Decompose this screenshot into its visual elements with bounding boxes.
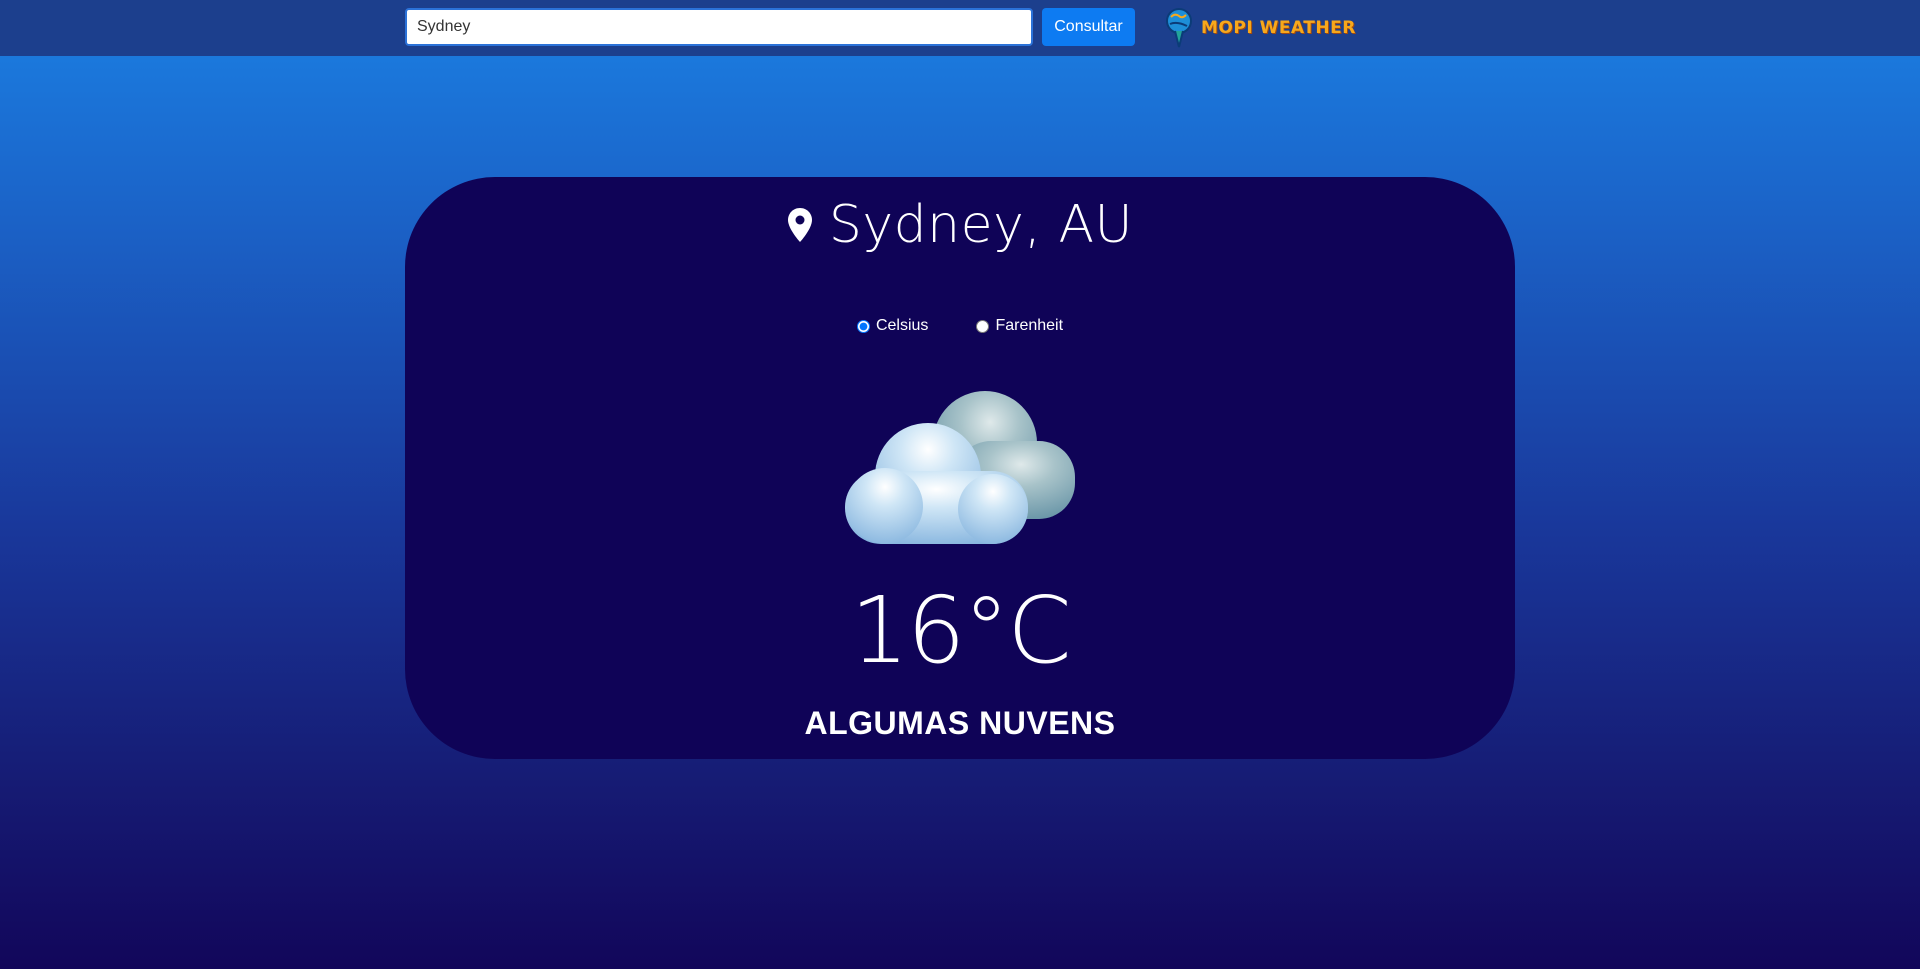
app-logo: MOPI WEATHER [1165,7,1356,49]
location-name: Sydney, AU [828,195,1134,255]
globe-pin-icon [1166,8,1192,48]
partly-cloudy-icon [845,391,1075,544]
weather-description: ALGUMAS NUVENS [804,705,1116,741]
unit-option-farenheit[interactable]: Farenheit [976,317,1063,335]
farenheit-radio[interactable] [976,319,990,333]
city-search-input[interactable] [405,8,1033,46]
location-header: Sydney, AU [405,195,1515,255]
farenheit-label: Farenheit [995,317,1064,334]
top-bar: Consultar MOPI WEATHER [0,0,1920,56]
location-pin-icon [787,208,812,242]
unit-option-celsius[interactable]: Celsius [856,317,929,335]
temperature-value: 16°C [850,577,1071,684]
consult-button[interactable]: Consultar [1042,8,1135,46]
weather-card: Sydney, AU Celsius Farenheit 16°C ALGUMA… [405,177,1515,759]
celsius-label: Celsius [875,317,929,334]
celsius-radio[interactable] [856,319,870,333]
unit-selector: Celsius Farenheit [405,317,1515,335]
logo-text: MOPI WEATHER [1201,18,1356,38]
